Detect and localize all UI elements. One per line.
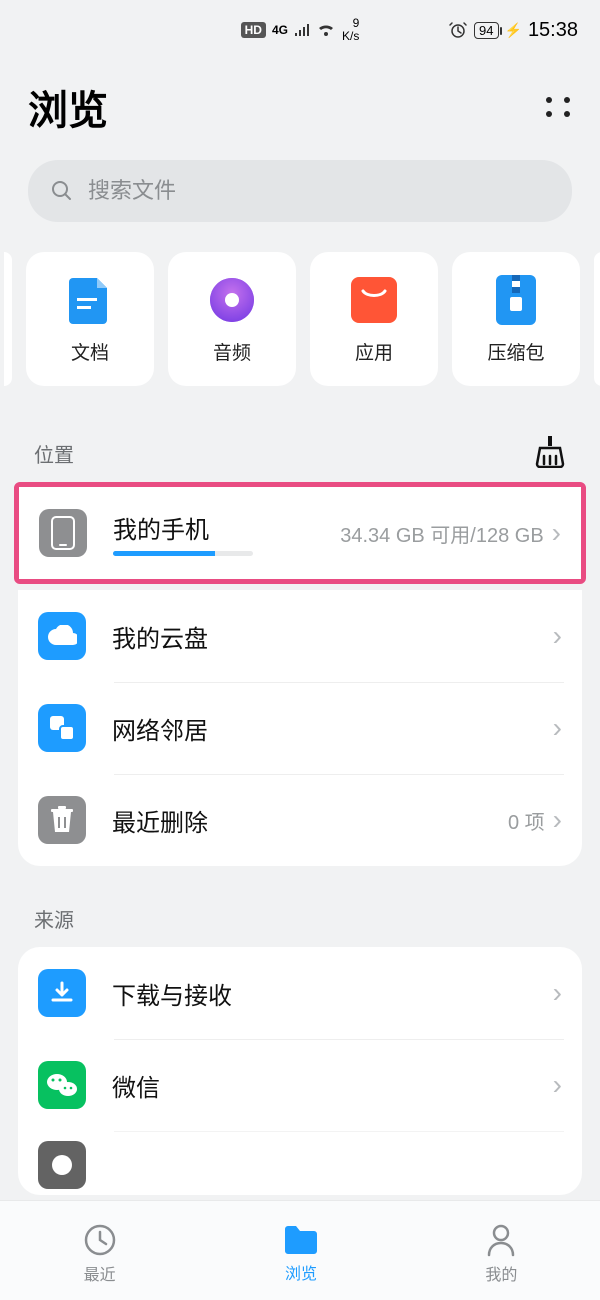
wechat-icon [38, 1061, 86, 1109]
status-bar: HD 4G 9 K/s 94 ⚡ 15:38 [0, 0, 600, 60]
network-gen: 4G [272, 23, 288, 37]
trash-icon [38, 796, 86, 844]
battery-indicator: 94 [474, 22, 498, 39]
li-title: 微信 [112, 1068, 553, 1103]
chevron-right-icon: › [553, 804, 562, 836]
chevron-right-icon: › [553, 712, 562, 744]
li-title: 最近删除 [112, 803, 508, 838]
category-label: 音频 [213, 338, 251, 365]
trash-count: 0 项 [508, 806, 545, 835]
card-edge-left [4, 252, 12, 386]
chevron-right-icon: › [552, 517, 561, 549]
page-header: 浏览 [0, 60, 600, 156]
document-icon [64, 274, 116, 326]
category-label: 文档 [71, 338, 109, 365]
list-item-download[interactable]: 下载与接收 › [18, 947, 582, 1039]
category-apps[interactable]: 应用 [310, 252, 438, 386]
person-icon [485, 1223, 517, 1257]
network-icon [38, 704, 86, 752]
list-item-my-phone[interactable]: 我的手机 34.34 GB 可用/128 GB › [19, 487, 581, 579]
source-section-header: 来源 [0, 866, 600, 947]
li-title: 我的云盘 [112, 619, 553, 654]
phone-icon [39, 509, 87, 557]
list-item-wechat[interactable]: 微信 › [18, 1039, 582, 1131]
highlight-frame: 我的手机 34.34 GB 可用/128 GB › [14, 482, 586, 584]
search-input[interactable] [88, 178, 550, 204]
list-item-trash[interactable]: 最近删除 0 项 › [18, 774, 582, 866]
category-audio[interactable]: 音频 [168, 252, 296, 386]
app-generic-icon [38, 1141, 86, 1189]
category-label: 应用 [355, 338, 393, 365]
nav-mine[interactable]: 我的 [485, 1223, 517, 1285]
net-speed: 9 K/s [342, 17, 359, 43]
nav-recent[interactable]: 最近 [83, 1223, 117, 1285]
signal-icon [294, 23, 310, 37]
location-section-header: 位置 [0, 386, 600, 482]
storage-bar [113, 551, 253, 556]
list-item-cloud[interactable]: 我的云盘 › [18, 590, 582, 682]
category-archives[interactable]: 压缩包 [452, 252, 580, 386]
folder-icon [282, 1224, 320, 1256]
wifi-icon [316, 23, 336, 37]
storage-text: 34.34 GB 可用/128 GB [340, 519, 543, 548]
chevron-right-icon: › [553, 620, 562, 652]
location-list: 我的云盘 › 网络邻居 › 最近删除 0 项 › [18, 590, 582, 866]
section-title-source: 来源 [34, 904, 74, 933]
li-title: 我的手机 [113, 510, 340, 545]
list-item-network[interactable]: 网络邻居 › [18, 682, 582, 774]
audio-icon [206, 274, 258, 326]
search-icon [50, 179, 74, 203]
download-icon [38, 969, 86, 1017]
chevron-right-icon: › [553, 1069, 562, 1101]
status-left: HD 4G 9 K/s [0, 17, 600, 43]
nav-browse[interactable]: 浏览 [282, 1224, 320, 1284]
archive-icon [490, 274, 542, 326]
app-icon [348, 274, 400, 326]
location-list-phone: 我的手机 34.34 GB 可用/128 GB › [19, 487, 581, 579]
section-title-location: 位置 [34, 439, 74, 468]
nav-label: 最近 [84, 1261, 116, 1285]
nav-label: 浏览 [285, 1260, 317, 1284]
clock-icon [83, 1223, 117, 1257]
card-edge-right [594, 252, 600, 386]
more-menu-button[interactable] [544, 93, 572, 121]
list-item-more[interactable] [18, 1131, 582, 1195]
search-bar[interactable] [28, 160, 572, 222]
bottom-nav: 最近 浏览 我的 [0, 1200, 600, 1300]
clean-icon[interactable] [534, 434, 566, 468]
source-list: 下载与接收 › 微信 › [18, 947, 582, 1195]
cloud-icon [38, 612, 86, 660]
chevron-right-icon: › [553, 977, 562, 1009]
page-title: 浏览 [28, 78, 108, 136]
li-title: 网络邻居 [112, 711, 553, 746]
li-title: 下载与接收 [112, 976, 553, 1011]
category-label: 压缩包 [487, 338, 544, 365]
category-documents[interactable]: 文档 [26, 252, 154, 386]
nav-label: 我的 [485, 1261, 517, 1285]
hd-badge: HD [241, 22, 266, 38]
category-row[interactable]: 文档 音频 应用 压缩包 [0, 222, 600, 386]
